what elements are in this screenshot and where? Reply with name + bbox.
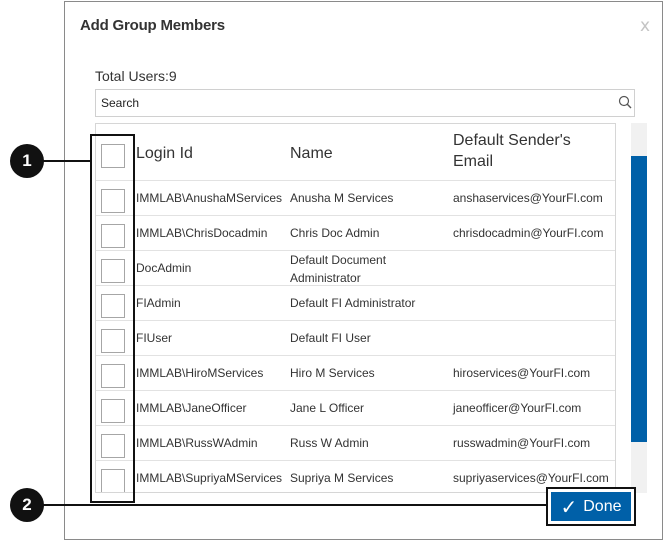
table-header: Login Id Name Default Sender's Email [96,124,615,181]
cell-name: Anusha M Services [290,191,394,205]
cell-login-id: IMMLAB\SupriyaMServices [136,471,283,485]
callout-1-highlight-box [90,134,135,503]
check-icon: ✓ [560,494,578,519]
cell-name: Default Document Administrator [290,253,387,285]
cell-default-sender-email: chrisdocadmin@YourFI.com [453,226,604,240]
table-row[interactable]: IMMLAB\AnushaMServices Anusha M Services a… [96,181,615,216]
search-box [95,89,635,117]
search-icon[interactable] [618,95,632,109]
callout-1-line [40,160,91,162]
dialog-title: Add Group Members [80,17,225,34]
table-row[interactable]: IMMLAB\ChrisDocadmin Chris Doc Admin chris… [96,216,615,251]
cell-default-sender-email: supriyaservices@YourFI.com [453,471,609,485]
done-button-label: Done [583,497,622,515]
cell-default-sender-email: anshaservices@YourFI.com [453,191,603,205]
cell-name: Hiro M Services [290,366,375,380]
cell-name: Jane L Officer [290,401,365,415]
cell-name: Supriya M Services [290,471,394,485]
cell-name: Russ W Admin [290,436,369,450]
total-users-count: Total Users:9 [95,68,177,84]
column-header-login-id[interactable]: Login Id [136,143,193,164]
cell-login-id: FIAdmin [136,296,181,310]
table-scrollbar[interactable] [631,123,647,493]
cell-default-sender-email: russwadmin@YourFI.com [453,436,591,450]
add-group-members-dialog: Add Group Members x Total Users:9 Login … [64,1,663,540]
column-header-default-sender-email[interactable]: Default Sender's Email [453,130,603,172]
cell-login-id: IMMLAB\JaneOfficer [136,401,247,415]
cell-login-id: DocAdmin [136,261,192,275]
cell-login-id: IMMLAB\AnushaMServices [136,191,283,205]
callout-2-line [40,504,547,506]
members-table: Login Id Name Default Sender's Email IMM… [95,123,616,493]
cell-default-sender-email: hiroservices@YourFI.com [453,366,591,380]
cell-name: Chris Doc Admin [290,226,380,240]
table-row[interactable]: IMMLAB\JaneOfficer Jane L Officer janeoffi… [96,391,615,426]
cell-login-id: IMMLAB\ChrisDocadmin [136,226,268,240]
table-row[interactable]: IMMLAB\RussWAdmin Russ W Admin russwadmin@… [96,426,615,461]
cell-name: Default FI User [290,331,371,345]
search-input[interactable] [96,90,616,116]
table-row[interactable]: FIAdmin Default FI Administrator [96,286,615,321]
done-button[interactable]: ✓ Done [551,492,631,521]
table-row[interactable]: IMMLAB\SupriyaMServices Supriya M Service… [96,461,615,492]
table-row[interactable]: IMMLAB\HiroMServices Hiro M Services hiros… [96,356,615,391]
cell-name: Default FI Administrator [290,296,416,310]
column-header-name[interactable]: Name [290,143,333,164]
close-icon[interactable]: x [640,16,650,36]
cell-login-id: FIUser [136,331,172,345]
scrollbar-thumb[interactable] [631,156,647,442]
table-row[interactable]: DocAdmin Default Document Administrator [96,251,615,286]
cell-default-sender-email: janeofficer@YourFI.com [453,401,582,415]
callout-2-badge: 2 [10,488,44,522]
cell-login-id: IMMLAB\HiroMServices [136,366,264,380]
done-button-highlight: ✓ Done [546,487,636,526]
callout-1-badge: 1 [10,144,44,178]
table-row[interactable]: FIUser Default FI User [96,321,615,356]
cell-login-id: IMMLAB\RussWAdmin [136,436,258,450]
